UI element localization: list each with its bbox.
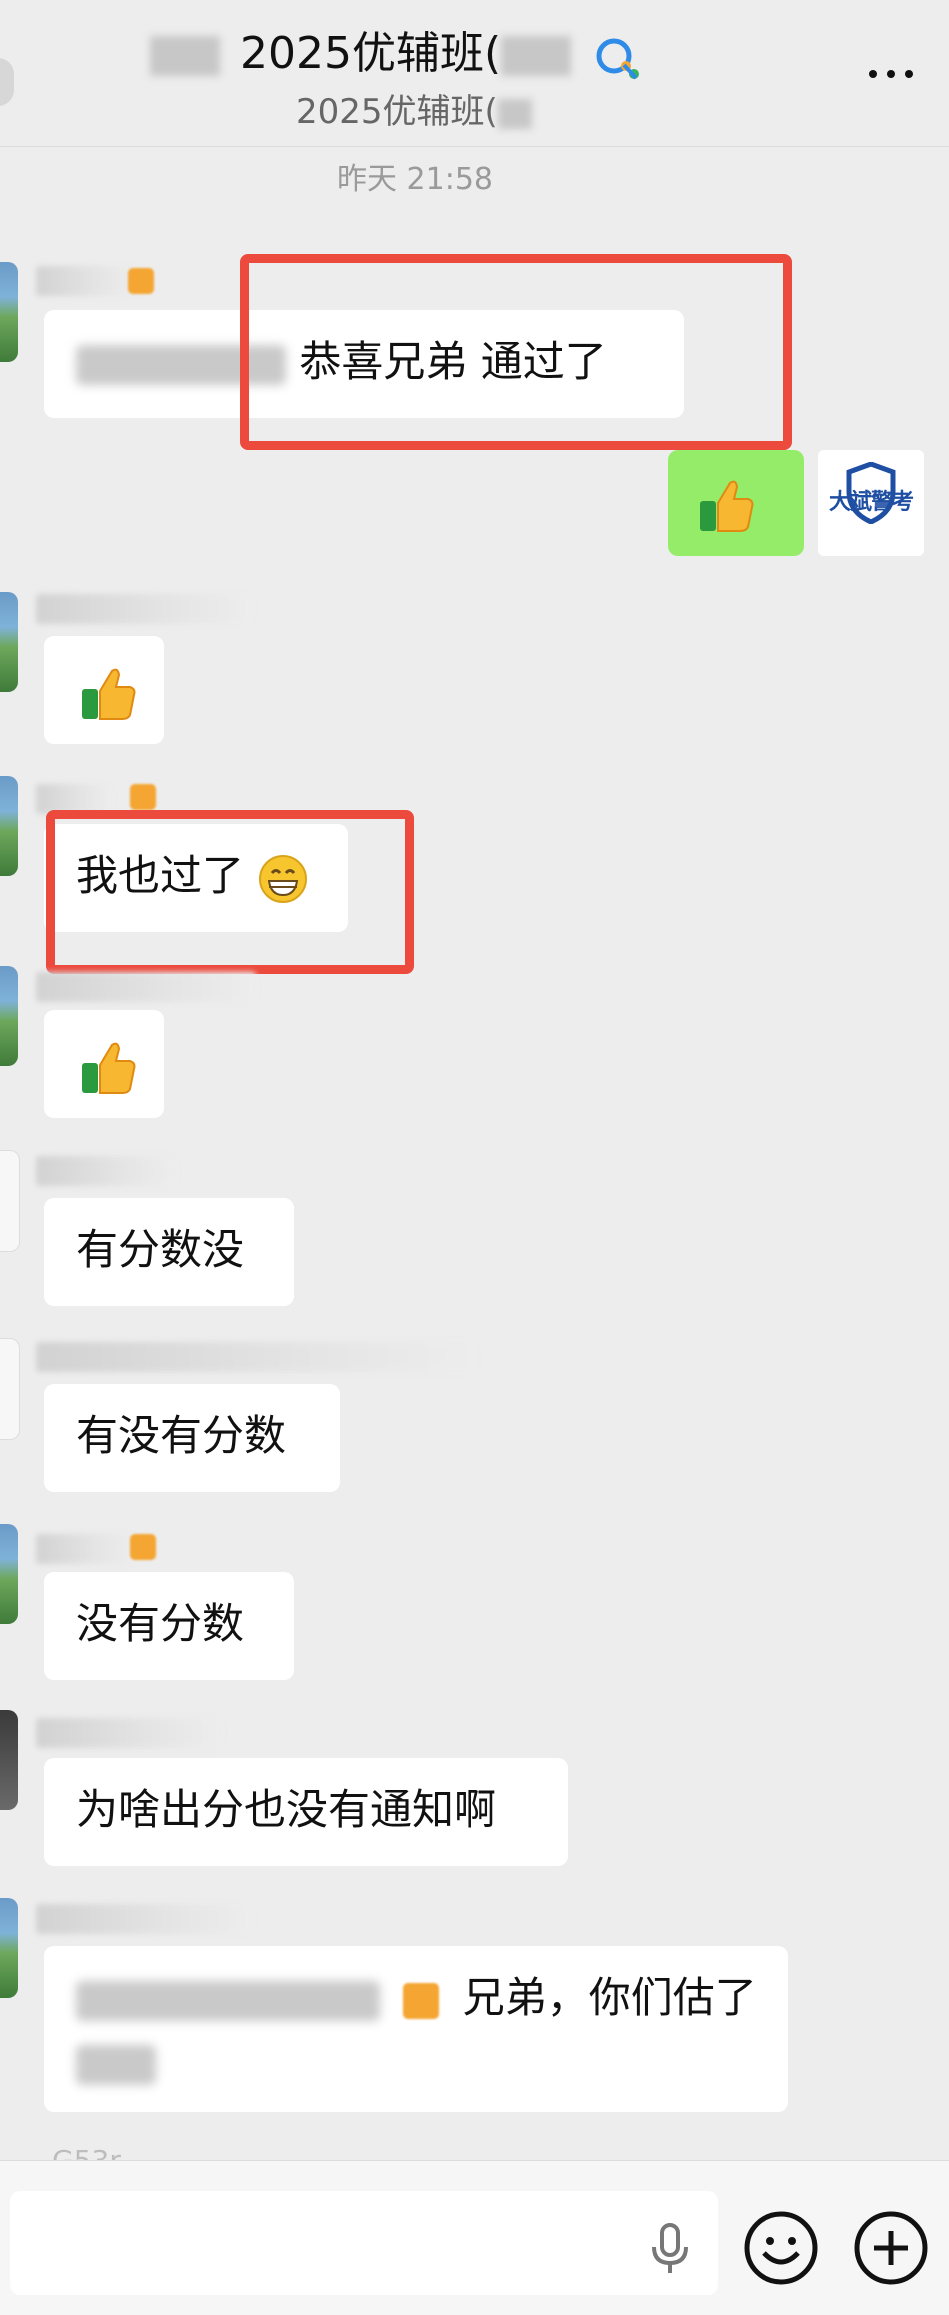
avatar[interactable]	[0, 1150, 20, 1252]
input-bar	[0, 2160, 949, 2315]
sender-name-blurred	[36, 972, 256, 1002]
message-bubble[interactable]: 兄弟，你们估了	[44, 1946, 788, 2112]
message-bubble[interactable]: 没有分数	[44, 1572, 294, 1680]
sender-name-blurred	[36, 594, 252, 624]
message-text: 为啥出分也没有通知啊	[76, 1785, 497, 1834]
blurred-emoji	[403, 1982, 440, 2019]
sender-badge	[130, 1534, 156, 1560]
message-bubble[interactable]: 有没有分数	[44, 1384, 340, 1492]
message-text: 兄弟，你们估了	[462, 1973, 757, 2022]
self-avatar-text: 大斌警考	[828, 490, 914, 515]
sender-badge	[130, 784, 156, 810]
chat-title-text: 2025优辅班(	[240, 28, 502, 79]
avatar[interactable]	[0, 262, 18, 362]
self-message-bubble[interactable]	[668, 450, 804, 556]
avatar[interactable]	[0, 1898, 18, 1998]
blurred-name	[150, 36, 220, 76]
message-bubble[interactable]	[44, 1010, 164, 1118]
message-bubble[interactable]: 有分数没	[44, 1198, 294, 1306]
sender-name-blurred	[36, 1342, 476, 1372]
message-bubble[interactable]: 为啥出分也没有通知啊	[44, 1758, 568, 1866]
message-text: 有分数没	[76, 1225, 245, 1274]
message-bubble[interactable]	[44, 636, 164, 744]
message-second-line	[76, 2032, 756, 2092]
chat-subtitle: 2025优辅班(	[296, 88, 696, 136]
sender-name-blurred	[36, 1156, 176, 1186]
avatar[interactable]	[0, 1710, 18, 1810]
blurred-text	[76, 1980, 380, 2021]
message-input[interactable]	[10, 2191, 718, 2295]
avatar[interactable]	[0, 1338, 20, 1440]
message-text: 没有分数	[76, 1599, 245, 1648]
ellipsis-icon[interactable]	[861, 52, 921, 92]
avatar[interactable]	[0, 966, 18, 1066]
thumbs-up-emoji	[82, 1042, 136, 1094]
avatar[interactable]	[0, 776, 18, 876]
sender-name-blurred	[36, 1718, 222, 1748]
sender-name-blurred	[36, 1904, 252, 1934]
smiley-icon[interactable]	[742, 2209, 820, 2287]
blurred-subtitle-part	[497, 98, 532, 129]
highlight-box	[46, 810, 414, 974]
chat-title: 2025优辅班(	[150, 22, 790, 86]
sender-name-blurred	[36, 266, 136, 296]
chat-header: 2025优辅班( 2025优辅班(	[0, 0, 949, 147]
search-chat-icon[interactable]	[590, 34, 650, 84]
sender-name-blurred	[36, 1534, 134, 1564]
blurred-text	[76, 2044, 156, 2085]
self-avatar[interactable]: 大斌警考	[818, 450, 924, 556]
avatar[interactable]	[0, 1524, 18, 1624]
chat-subtitle-text: 2025优辅班(	[296, 92, 498, 132]
blurred-suffix	[501, 36, 572, 76]
message-timestamp: 昨天 21:58	[337, 162, 493, 197]
plus-icon[interactable]	[852, 2209, 930, 2287]
highlight-box	[240, 254, 792, 450]
thumbs-up-emoji	[82, 668, 136, 720]
back-button[interactable]	[0, 58, 14, 106]
sender-badge	[128, 268, 154, 294]
message-text: 有没有分数	[76, 1411, 287, 1460]
microphone-icon[interactable]	[640, 2219, 700, 2279]
thumbs-up-emoji	[700, 480, 754, 532]
avatar[interactable]	[0, 592, 18, 692]
